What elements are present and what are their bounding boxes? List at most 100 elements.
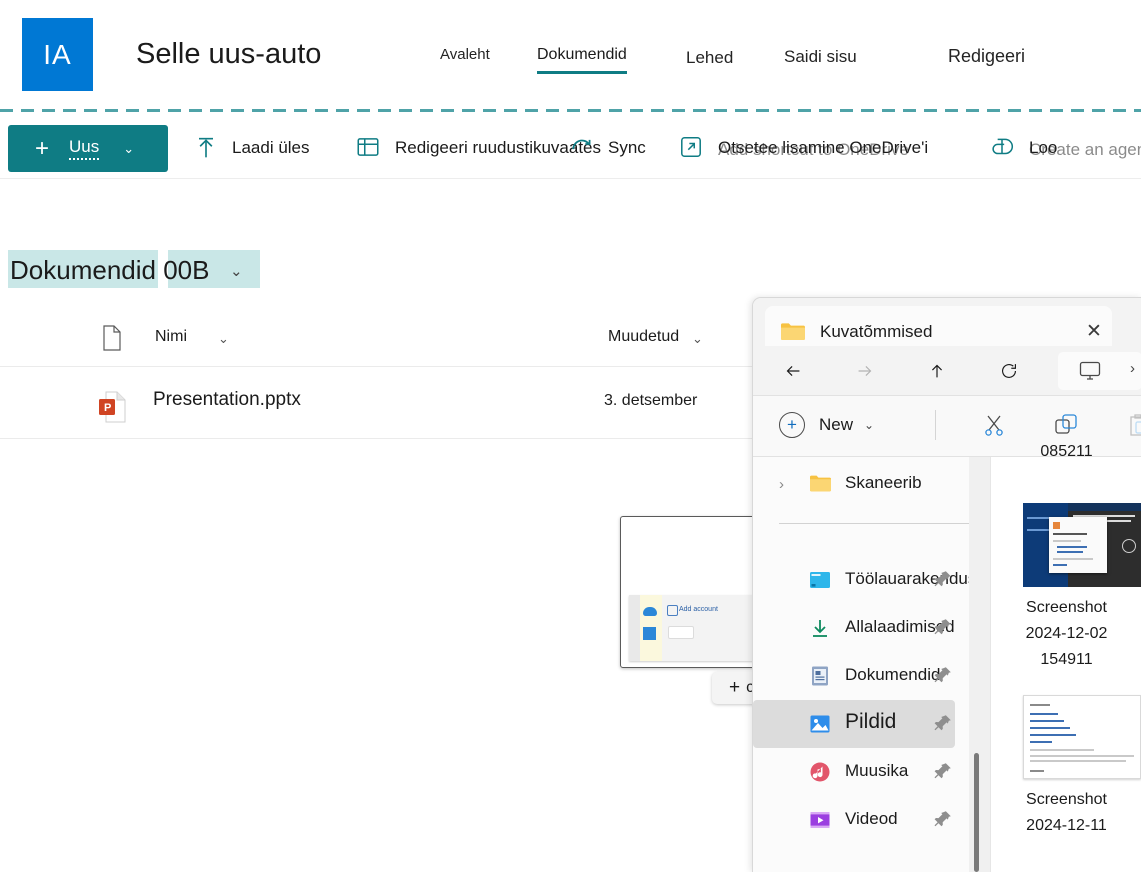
shot-line <box>1030 720 1064 722</box>
explorer-tab-title: Kuvatõmmised <box>820 322 933 341</box>
sidebar-item-dokumendid[interactable]: Dokumendid <box>753 652 955 700</box>
toolbar-grid-edit[interactable]: Redigeeri ruudustikuvaates <box>355 134 601 162</box>
sidebar-item-muusika[interactable]: Muusika <box>753 748 955 796</box>
explorer-tab[interactable] <box>765 306 1112 348</box>
shot-line <box>1030 704 1050 706</box>
pin-icon[interactable] <box>933 809 953 834</box>
shot-line <box>1053 540 1081 542</box>
sidebar-item-pildid[interactable]: Pildid <box>753 700 955 748</box>
tab-saidi-sisu[interactable]: Saidi sisu <box>784 47 857 67</box>
column-header-nimi[interactable]: Nimi <box>155 328 187 346</box>
thumbnail-caption: Screenshot 2024-12-02 154911 <box>991 595 1141 673</box>
svg-text:P: P <box>104 402 111 414</box>
sidebar-item-toolauarakendus[interactable]: Töölauarakendus <box>753 556 976 604</box>
back-button[interactable] <box>777 356 809 386</box>
sync-icon <box>568 134 596 162</box>
chevron-down-icon[interactable]: ⌄ <box>230 262 243 280</box>
pin-icon[interactable] <box>933 713 953 738</box>
refresh-button[interactable] <box>993 356 1025 386</box>
cut-icon[interactable] <box>981 412 1007 443</box>
grid-icon <box>355 134 383 162</box>
forward-button[interactable] <box>849 356 881 386</box>
thumbnail-image[interactable] <box>1023 695 1141 779</box>
tab-avaleht-label: Avaleht <box>440 46 490 63</box>
close-icon[interactable]: ✕ <box>1086 320 1102 343</box>
shot-line <box>1030 749 1094 751</box>
document-icon <box>100 324 124 357</box>
list-header-divider <box>0 366 761 367</box>
thumbnail-caption-line: 2024-12-11 <box>1026 817 1107 834</box>
site-header: IA Selle uus-auto Avaleht Dokumendid Leh… <box>0 0 1141 110</box>
explorer-new-label: New <box>819 415 854 434</box>
shortcut-icon <box>678 134 706 162</box>
shot-line <box>1030 741 1052 743</box>
tab-dokumendid[interactable]: Dokumendid <box>537 46 627 74</box>
pin-icon[interactable] <box>933 665 953 690</box>
tab-avaleht[interactable]: Avaleht <box>440 46 490 63</box>
chevron-right-icon[interactable]: › <box>1130 360 1135 377</box>
music-icon <box>809 761 831 783</box>
explorer-nav-pane: › Skaneerib Töölauarakendus Allalaadimis… <box>753 457 976 872</box>
column-header-muudetud[interactable]: Muudetud <box>608 328 679 346</box>
pin-icon[interactable] <box>933 761 953 786</box>
chevron-down-icon[interactable]: ⌄ <box>218 331 229 347</box>
plus-icon: + <box>779 412 805 438</box>
shot-line <box>1057 546 1087 548</box>
sidebar-item-allalaadimised[interactable]: Allalaadimised <box>753 604 955 652</box>
up-button[interactable] <box>921 356 953 386</box>
pin-icon[interactable] <box>933 617 953 642</box>
grid-icon <box>643 627 656 640</box>
explorer-new-button[interactable]: + New ⌄ <box>779 412 874 438</box>
thumb-strip <box>629 595 640 661</box>
thumbnail-image[interactable] <box>1023 503 1141 587</box>
chevron-down-icon[interactable]: ⌄ <box>692 331 703 347</box>
paste-icon[interactable] <box>1125 412 1141 443</box>
cloud-icon <box>643 607 657 616</box>
explorer-navbar: › <box>753 346 1141 396</box>
shot-line <box>1053 558 1093 560</box>
tree-item-label: Skaneerib <box>845 473 922 492</box>
pin-icon[interactable] <box>933 569 953 594</box>
chevron-right-icon[interactable]: › <box>779 476 784 493</box>
copy-icon[interactable] <box>1053 412 1079 443</box>
explorer-gutter <box>969 457 991 872</box>
site-logo: IA <box>22 18 93 91</box>
address-bar[interactable]: › <box>1058 352 1141 390</box>
toolbar-upload[interactable]: Laadi üles <box>192 134 310 162</box>
table-row[interactable]: P Presentation.pptx 3. detsember <box>0 372 761 438</box>
toolbar-add-shortcut[interactable]: Otsetee lisamine OneDrive'i Add shortcut… <box>678 134 928 162</box>
microsoft-logo <box>1053 522 1060 529</box>
file-name[interactable]: Presentation.pptx <box>153 389 301 411</box>
sidebar-item-label: Töölauarakendus <box>845 569 977 588</box>
pictures-icon <box>809 713 831 735</box>
explorer-scrollbar[interactable] <box>974 753 979 872</box>
toolbar-create-agent[interactable]: Loo Create an agent <box>989 134 1141 162</box>
shot-line <box>1053 564 1067 566</box>
tab-dokumendid-label: Dokumendid <box>537 46 627 63</box>
new-button-label: Uus <box>69 137 100 160</box>
tab-saidi-sisu-label: Saidi sisu <box>784 47 857 66</box>
upload-icon <box>192 134 220 162</box>
file-list-header: Nimi ⌄ Muudetud ⌄ <box>0 312 761 364</box>
new-button[interactable]: + Uus ⌄ <box>8 125 168 172</box>
toolbar-sync[interactable]: Sync <box>568 134 646 162</box>
shot-line <box>1030 770 1044 772</box>
shot-line <box>1053 533 1087 535</box>
folder-icon <box>780 321 806 341</box>
documents-icon <box>809 665 831 687</box>
folder-icon <box>809 473 831 495</box>
explorer-content-pane: 085211 Screenshot 2024-12-02 154911 Scre… <box>991 443 1141 872</box>
sidebar-item-videod[interactable]: Videod <box>753 796 955 844</box>
tab-redigeeri[interactable]: Redigeeri <box>948 46 1025 67</box>
toolbar-upload-label: Laadi üles <box>232 138 310 157</box>
tree-item-skaneerib[interactable]: › Skaneerib <box>753 460 955 508</box>
desktop-icon <box>809 569 831 591</box>
toolbar-add-shortcut-ghost: Add shortcut to OneDrive <box>718 140 909 159</box>
thumbnail-caption-line: Screenshot <box>1026 599 1107 616</box>
globe-icon <box>1122 539 1136 553</box>
sidebar-item-label: Dokumendid <box>845 665 941 684</box>
thumbnail-caption-line: Screenshot <box>1026 791 1107 808</box>
tab-lehed[interactable]: Lehed <box>686 48 733 68</box>
plus-icon: + <box>729 677 741 698</box>
breadcrumb-label: Dokumendid 00B <box>10 255 210 285</box>
